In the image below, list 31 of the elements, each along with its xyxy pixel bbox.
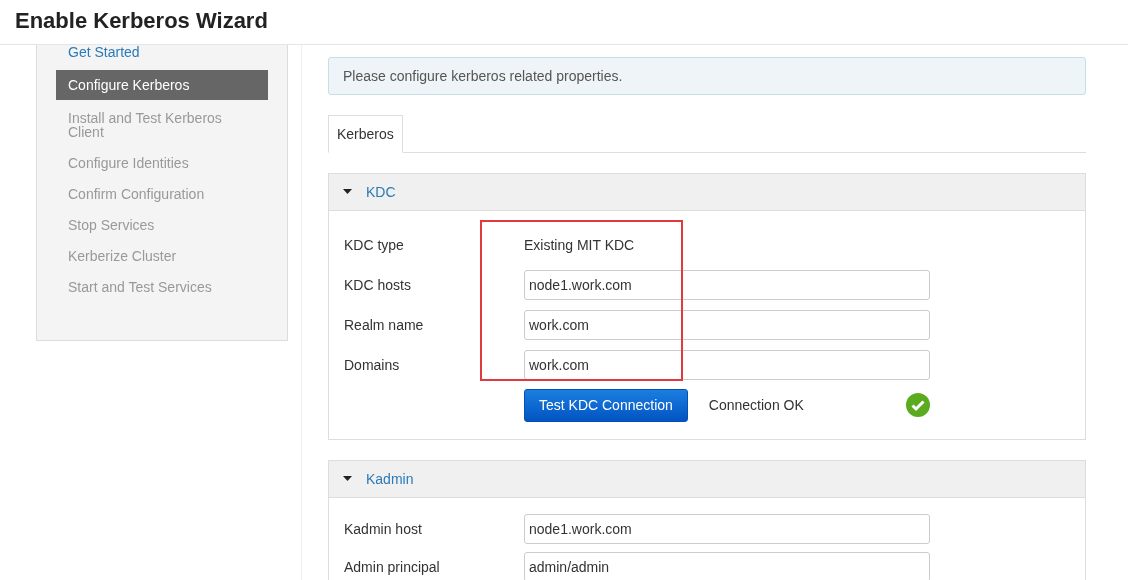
caret-icon[interactable] [343,476,352,482]
section-header[interactable]: KDC [329,174,1085,211]
wizard-step[interactable]: Confirm Configuration [56,181,268,207]
tab[interactable]: Kerberos [328,115,403,153]
wizard-step[interactable]: Configure Identities [56,150,268,176]
field-value: Existing MIT KDC [524,235,635,255]
caret-icon[interactable] [343,189,352,195]
section-title[interactable]: KDC [366,181,396,203]
field-label: Admin principal [344,557,441,577]
input-field[interactable]: admin/admin [524,552,930,580]
input-field[interactable]: work.com [524,310,930,340]
wizard-step[interactable]: Get Started [56,45,268,65]
field-label: Kadmin host [344,519,423,539]
input-field[interactable]: node1.work.com [524,514,930,544]
field-label: Domains [344,355,401,375]
field-label: Realm name [344,315,425,335]
wizard-title: Enable Kerberos Wizard [15,7,268,35]
info-alert: Please configure kerberos related properties. [328,57,1086,95]
wizard-step[interactable]: Configure Kerberos [56,70,268,100]
wizard-step[interactable]: Install and Test Kerberos Client [56,105,268,145]
section-header[interactable]: Kadmin [329,461,1085,498]
wizard-step[interactable]: Kerberize Cluster [56,243,268,269]
field-label: KDC hosts [344,275,412,295]
input-field[interactable]: node1.work.com [524,270,930,300]
input-field[interactable]: work.com [524,350,930,380]
field-label: KDC type [344,235,405,255]
section-title[interactable]: Kadmin [366,468,414,490]
wizard-step[interactable]: Stop Services [56,212,268,238]
connection-status: Connection OK [708,395,804,415]
test-connection-button[interactable]: Test KDC Connection [524,388,688,422]
wizard-step[interactable]: Start and Test Services [56,274,268,300]
